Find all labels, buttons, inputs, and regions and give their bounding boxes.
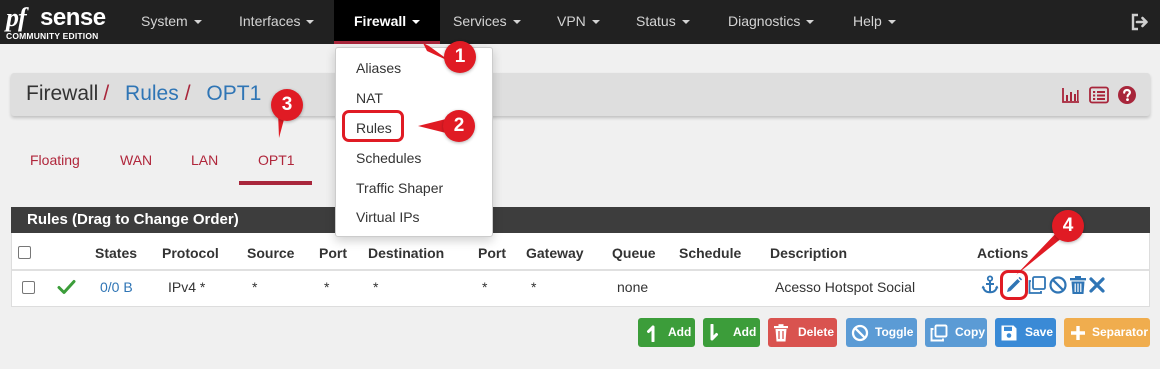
copy-button[interactable]: Copy <box>925 318 987 347</box>
chevron-down-icon <box>887 20 896 25</box>
active-tab-indicator <box>239 181 312 185</box>
rule-protocol: IPv4 * <box>168 279 206 295</box>
chevron-down-icon <box>306 20 315 25</box>
breadcrumb-current[interactable]: OPT1 <box>206 82 261 105</box>
tab-floating[interactable]: Floating <box>30 152 80 168</box>
top-navbar: pf sense COMMUNITY EDITION System Interf… <box>0 0 1160 44</box>
rule-destination-port: * <box>482 279 488 295</box>
rule-source-port: * <box>324 279 330 295</box>
column-header-source-port[interactable]: Port <box>319 245 347 261</box>
row-checkbox[interactable] <box>22 281 35 294</box>
menu-item-schedules[interactable]: Schedules <box>356 150 421 166</box>
breadcrumb: Firewall / Rules / OPT1 <box>26 80 261 108</box>
add-bottom-button[interactable]: Add <box>703 318 760 347</box>
add-top-button[interactable]: Add <box>638 318 695 347</box>
breadcrumb-separator: / <box>103 82 110 105</box>
nav-firewall[interactable]: Firewall <box>334 0 441 44</box>
chevron-down-icon <box>412 20 421 25</box>
chart-icon[interactable] <box>1061 86 1081 104</box>
log-list-icon[interactable] <box>1089 86 1109 104</box>
check-icon[interactable] <box>57 279 76 295</box>
tab-lan[interactable]: LAN <box>191 152 218 168</box>
nav-diagnostics[interactable]: Diagnostics <box>728 0 815 44</box>
nav-help[interactable]: Help <box>853 0 896 44</box>
delete-button[interactable]: Delete <box>768 318 837 347</box>
arrow-up-icon <box>647 325 655 342</box>
rules-panel-title: Rules (Drag to Change Order) <box>11 207 1150 233</box>
rule-source: * <box>252 279 258 295</box>
save-icon <box>1001 325 1017 341</box>
separator-button[interactable]: Separator <box>1064 318 1150 347</box>
column-header-schedule[interactable]: Schedule <box>679 245 741 261</box>
anchor-icon[interactable] <box>980 275 1000 295</box>
pfsense-logo[interactable]: pf sense COMMUNITY EDITION <box>6 4 114 42</box>
chevron-down-icon <box>512 20 521 25</box>
tab-opt1[interactable]: OPT1 <box>258 152 295 168</box>
logo-sense: sense <box>40 4 106 31</box>
menu-item-virtual-ips[interactable]: Virtual IPs <box>356 209 420 225</box>
column-header-description[interactable]: Description <box>770 245 847 261</box>
disable-icon <box>851 324 869 342</box>
select-all-checkbox[interactable] <box>18 246 31 259</box>
nav-vpn[interactable]: VPN <box>557 0 600 44</box>
chevron-down-icon <box>591 20 600 25</box>
arrow-down-icon <box>710 324 718 341</box>
chevron-down-icon <box>193 20 202 25</box>
rule-queue: none <box>617 279 649 295</box>
plus-icon <box>1071 326 1085 340</box>
column-header-states[interactable]: States <box>95 245 137 261</box>
toggle-button[interactable]: Toggle <box>846 318 917 347</box>
chevron-down-icon <box>806 20 815 25</box>
column-header-destination-port[interactable]: Port <box>478 245 506 261</box>
copy-icon <box>930 324 948 342</box>
callout-2: 2 <box>443 110 475 142</box>
help-icon[interactable] <box>1117 85 1137 105</box>
breadcrumb-rules[interactable]: Rules <box>125 82 179 105</box>
tab-wan[interactable]: WAN <box>120 152 152 168</box>
breadcrumb-root: Firewall <box>26 82 99 105</box>
nav-system[interactable]: System <box>141 0 202 44</box>
nav-services[interactable]: Services <box>453 0 521 44</box>
menu-item-traffic-shaper[interactable]: Traffic Shaper <box>356 180 443 196</box>
rule-states[interactable]: 0/0 B <box>100 279 133 295</box>
table-header-divider <box>12 269 1149 271</box>
logo-edition: COMMUNITY EDITION <box>6 31 99 41</box>
column-header-gateway[interactable]: Gateway <box>526 245 584 261</box>
menu-item-aliases[interactable]: Aliases <box>356 60 401 76</box>
menu-item-nat[interactable]: NAT <box>356 90 383 106</box>
logo-pf: pf <box>6 3 27 32</box>
logout-icon[interactable] <box>1130 12 1150 32</box>
callout-3: 3 <box>271 89 303 121</box>
rule-description: Acesso Hotspot Social <box>775 279 916 295</box>
rules-highlight <box>342 110 404 142</box>
column-header-destination[interactable]: Destination <box>368 245 444 261</box>
column-header-protocol[interactable]: Protocol <box>162 245 219 261</box>
nav-status[interactable]: Status <box>636 0 690 44</box>
rule-gateway: * <box>531 279 537 295</box>
breadcrumb-separator: / <box>184 82 191 105</box>
column-header-source[interactable]: Source <box>247 245 294 261</box>
trash-icon <box>774 324 788 342</box>
rule-destination: * <box>373 279 379 295</box>
save-button[interactable]: Save <box>995 318 1056 347</box>
nav-interfaces[interactable]: Interfaces <box>239 0 315 44</box>
callout-1: 1 <box>444 41 476 73</box>
chevron-down-icon <box>681 20 690 25</box>
delete-x-icon[interactable] <box>1087 275 1107 295</box>
callout-4: 4 <box>1052 210 1084 242</box>
column-header-queue[interactable]: Queue <box>612 245 656 261</box>
